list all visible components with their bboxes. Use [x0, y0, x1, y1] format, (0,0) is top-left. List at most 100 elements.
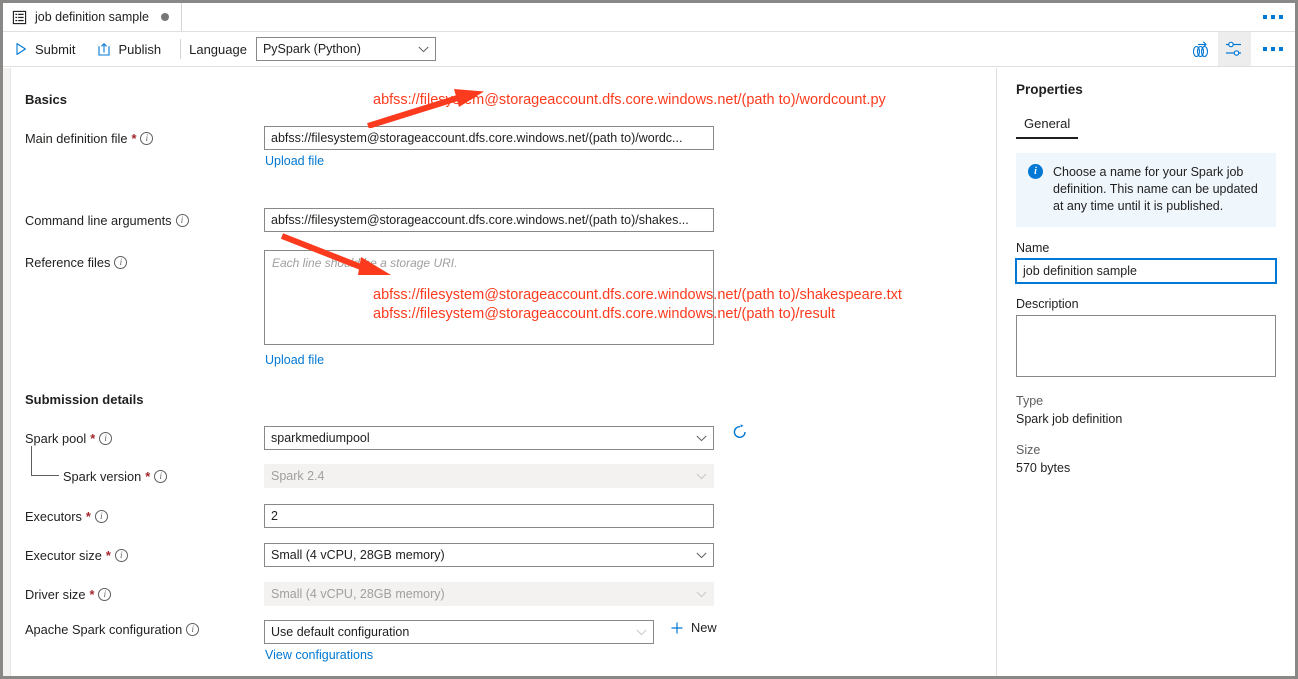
spark-version-value: Spark 2.4: [271, 469, 325, 483]
language-label: Language: [189, 42, 247, 57]
info-icon[interactable]: i: [98, 588, 111, 601]
info-icon[interactable]: i: [115, 549, 128, 562]
toolbar-divider: [180, 39, 181, 59]
command-bar-right-tools: [1185, 32, 1295, 66]
more-ellipsis-icon: [1263, 47, 1267, 51]
refresh-icon: [731, 423, 749, 441]
description-field-label: Description: [1016, 297, 1276, 311]
name-value: job definition sample: [1023, 264, 1137, 278]
type-value: Spark job definition: [1016, 412, 1276, 426]
info-icon[interactable]: i: [186, 623, 199, 636]
tab-label: job definition sample: [35, 10, 149, 24]
executors-label-text: Executors: [25, 509, 82, 524]
executor-size-label: Executor size * i: [25, 548, 128, 563]
language-dropdown[interactable]: PySpark (Python): [256, 37, 436, 61]
view-configurations-link[interactable]: View configurations: [265, 648, 373, 662]
command-line-arguments-input[interactable]: abfss://filesystem@storageaccount.dfs.co…: [264, 208, 714, 232]
spark-version-tree-connector: [31, 446, 59, 476]
chevron-down-icon: [696, 435, 707, 442]
main-definition-file-label-text: Main definition file: [25, 131, 127, 146]
more-ellipsis-icon: [1263, 15, 1267, 19]
tab-job-definition-sample[interactable]: job definition sample: [3, 3, 182, 31]
main-definition-upload-file-link[interactable]: Upload file: [265, 154, 324, 168]
executor-size-value: Small (4 vCPU, 28GB memory): [271, 548, 445, 562]
publish-button[interactable]: Publish: [86, 32, 172, 66]
required-marker: *: [131, 131, 136, 146]
required-marker: *: [106, 548, 111, 563]
publish-label: Publish: [118, 42, 161, 57]
spark-pool-value: sparkmediumpool: [271, 431, 370, 445]
spark-version-dropdown: Spark 2.4: [264, 464, 714, 488]
refresh-spark-pools-button[interactable]: [731, 423, 749, 446]
tab-general[interactable]: General: [1016, 116, 1078, 139]
spark-version-label: Spark version * i: [63, 469, 167, 484]
sliders-icon: [1225, 40, 1245, 58]
required-marker: *: [89, 587, 94, 602]
spark-version-label-text: Spark version: [63, 469, 141, 484]
main-definition-file-value: abfss://filesystem@storageaccount.dfs.co…: [271, 131, 682, 145]
editor-body: Basics Main definition file * i abfss://…: [3, 68, 1295, 676]
info-icon[interactable]: i: [140, 132, 153, 145]
main-definition-file-input[interactable]: abfss://filesystem@storageaccount.dfs.co…: [264, 126, 714, 150]
chevron-down-icon: [696, 591, 707, 598]
info-icon[interactable]: i: [95, 510, 108, 523]
driver-size-value: Small (4 vCPU, 28GB memory): [271, 587, 445, 601]
executors-label: Executors * i: [25, 509, 108, 524]
properties-info-text: Choose a name for your Spark job definit…: [1053, 164, 1264, 215]
driver-size-dropdown: Small (4 vCPU, 28GB memory): [264, 582, 714, 606]
apache-spark-configuration-dropdown[interactable]: Use default configuration: [264, 620, 654, 644]
spark-job-definition-window: job definition sample Submit Publish: [0, 0, 1298, 679]
left-gutter: [3, 68, 11, 676]
name-input[interactable]: job definition sample: [1016, 259, 1276, 283]
info-icon[interactable]: i: [99, 432, 112, 445]
executor-size-label-text: Executor size: [25, 548, 102, 563]
submission-details-section-title: Submission details: [25, 392, 143, 407]
job-definition-form: Basics Main definition file * i abfss://…: [11, 68, 997, 676]
window-more-button[interactable]: [1251, 3, 1295, 31]
new-configuration-label: New: [691, 620, 717, 635]
reference-files-label-text: Reference files: [25, 255, 110, 270]
required-marker: *: [145, 469, 150, 484]
executors-input[interactable]: 2: [264, 504, 714, 528]
tab-strip-filler: [182, 3, 1251, 31]
chevron-down-icon: [696, 552, 707, 559]
chevron-down-icon: [418, 46, 429, 53]
new-configuration-button[interactable]: New: [670, 620, 717, 635]
submit-label: Submit: [35, 42, 75, 57]
type-label: Type: [1016, 394, 1276, 408]
properties-panel-toggle[interactable]: [1218, 32, 1251, 66]
description-textarea[interactable]: [1016, 315, 1276, 377]
lineage-button[interactable]: [1185, 32, 1218, 66]
language-value: PySpark (Python): [263, 42, 361, 56]
tab-strip: job definition sample: [3, 3, 1295, 32]
info-icon[interactable]: i: [114, 256, 127, 269]
annotation-reference-line-2: abfss://filesystem@storageaccount.dfs.co…: [373, 305, 835, 324]
name-field-label: Name: [1016, 241, 1276, 255]
tab-unsaved-dot-icon: [161, 13, 169, 21]
command-line-arguments-value: abfss://filesystem@storageaccount.dfs.co…: [271, 213, 689, 227]
properties-panel: Properties General i Choose a name for y…: [997, 68, 1295, 676]
required-marker: *: [90, 431, 95, 446]
driver-size-label-text: Driver size: [25, 587, 85, 602]
properties-title: Properties: [1016, 82, 1276, 97]
info-icon[interactable]: i: [154, 470, 167, 483]
reference-files-upload-file-link[interactable]: Upload file: [265, 353, 324, 367]
submit-button[interactable]: Submit: [3, 32, 86, 66]
info-filled-icon: i: [1028, 164, 1043, 179]
command-line-arguments-label-text: Command line arguments: [25, 213, 172, 228]
executor-size-dropdown[interactable]: Small (4 vCPU, 28GB memory): [264, 543, 714, 567]
upload-icon: [97, 42, 111, 57]
info-icon[interactable]: i: [176, 214, 189, 227]
spark-pool-label: Spark pool * i: [25, 431, 112, 446]
main-definition-file-label: Main definition file * i: [25, 131, 153, 146]
required-marker: *: [86, 509, 91, 524]
database-arrow-icon: [1191, 39, 1213, 59]
size-label: Size: [1016, 443, 1276, 457]
plus-icon: [670, 621, 684, 635]
reference-files-label: Reference files i: [25, 255, 127, 270]
spark-pool-dropdown[interactable]: sparkmediumpool: [264, 426, 714, 450]
executors-value: 2: [271, 509, 278, 523]
driver-size-label: Driver size * i: [25, 587, 111, 602]
command-bar-more-button[interactable]: [1251, 32, 1295, 66]
annotation-arrow-reference-files: [279, 233, 399, 278]
